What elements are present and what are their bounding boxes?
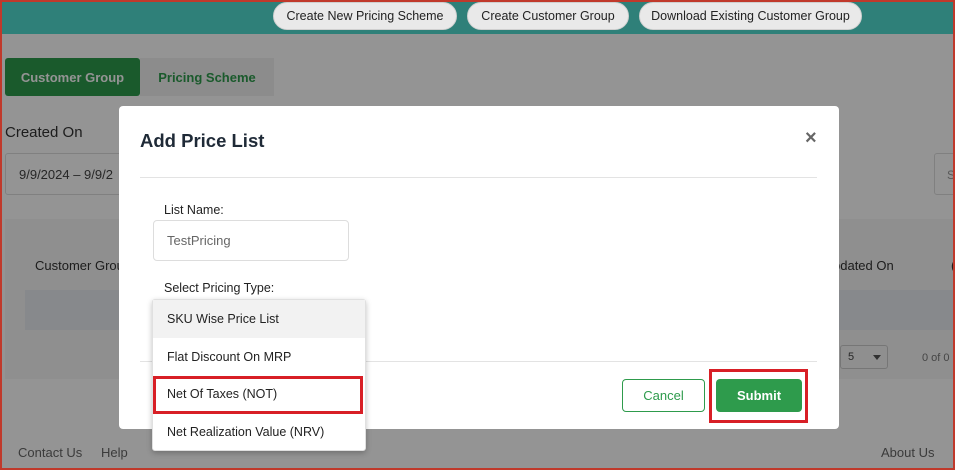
header-divider	[140, 177, 817, 178]
cancel-button[interactable]: Cancel	[622, 379, 705, 412]
submit-highlight	[709, 369, 808, 423]
modal-title: Add Price List	[140, 130, 265, 151]
list-name-input[interactable]: TestPricing	[153, 220, 349, 261]
create-customer-group-button[interactable]: Create Customer Group	[467, 2, 629, 30]
list-name-label: List Name:	[164, 203, 224, 217]
create-pricing-scheme-button[interactable]: Create New Pricing Scheme	[273, 2, 457, 30]
close-icon[interactable]: ×	[805, 128, 817, 148]
option-flat-discount-on-mrp[interactable]: Flat Discount On MRP	[153, 338, 365, 376]
pricing-type-dropdown[interactable]: SKU Wise Price List Flat Discount On MRP…	[152, 299, 366, 451]
top-action-bar: Create New Pricing Scheme Create Custome…	[0, 0, 955, 34]
option-net-realization-value[interactable]: Net Realization Value (NRV)	[153, 413, 365, 451]
pricing-type-label: Select Pricing Type:	[164, 281, 275, 295]
option-sku-wise-price-list[interactable]: SKU Wise Price List	[153, 300, 365, 338]
download-customer-group-button[interactable]: Download Existing Customer Group	[639, 2, 862, 30]
net-of-taxes-highlight	[153, 376, 363, 414]
